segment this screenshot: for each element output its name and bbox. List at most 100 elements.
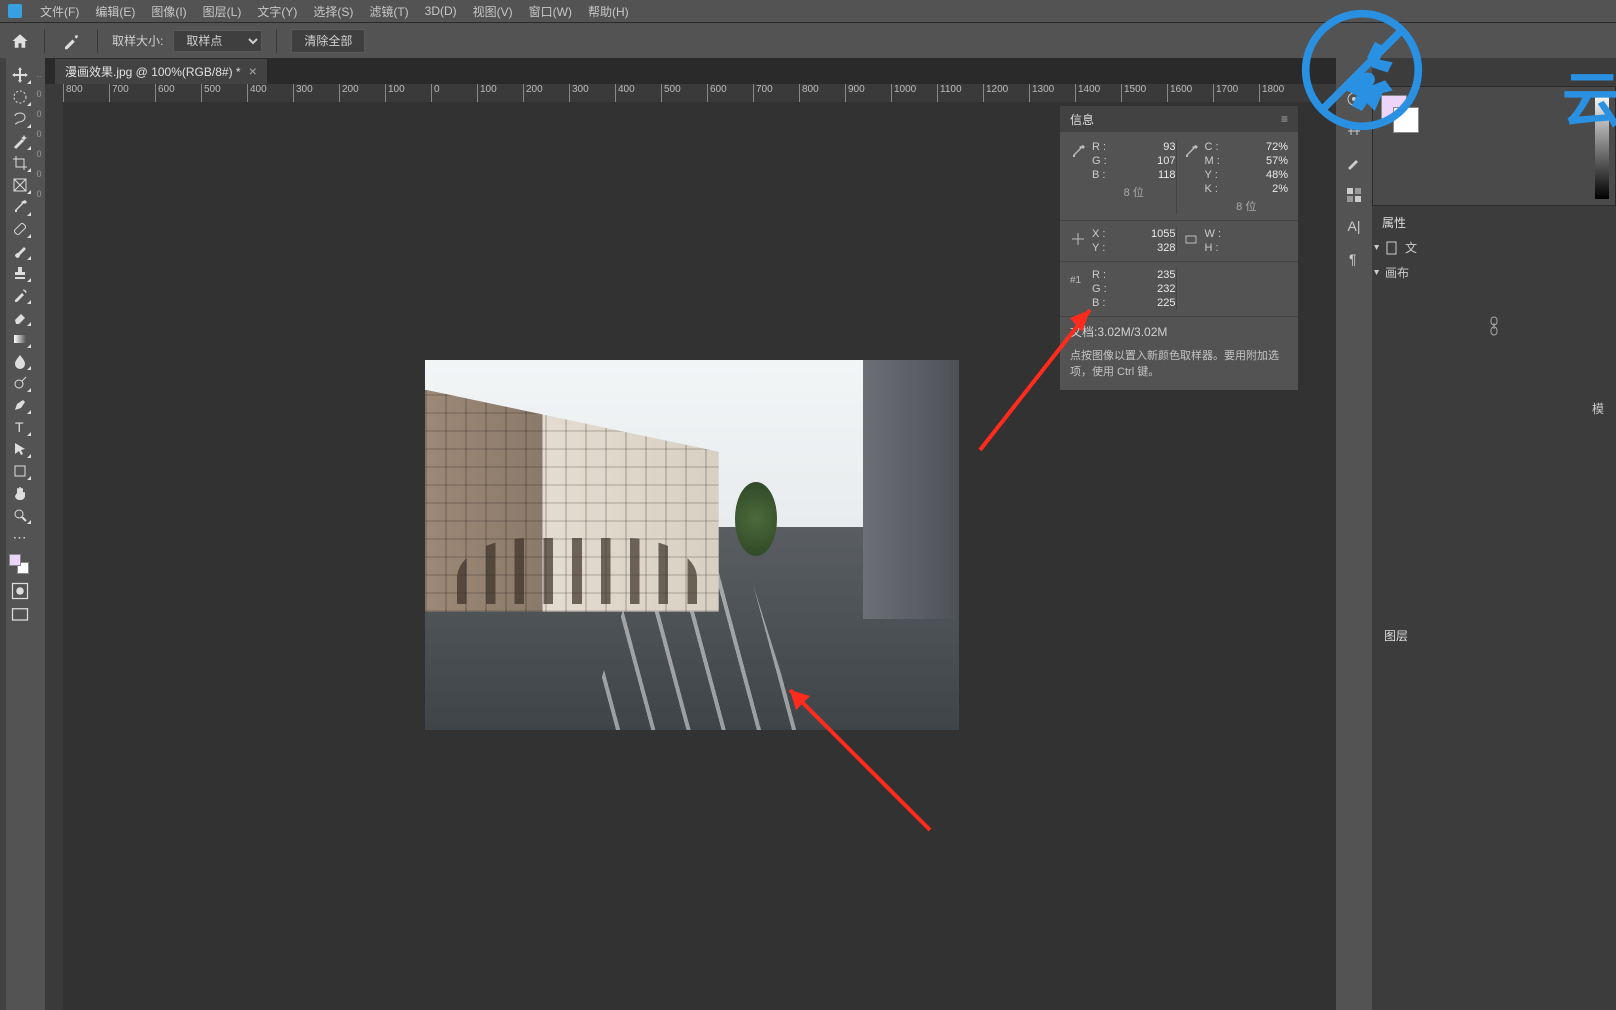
ruler-tick: 1000 (891, 84, 916, 102)
pen-tool[interactable] (8, 395, 32, 415)
ruler-tick: 800 (799, 84, 819, 102)
menu-help[interactable]: 帮助(H) (580, 3, 637, 20)
color-sampler-icon[interactable]: ▾ (59, 32, 83, 50)
document-title: 漫画效果.jpg @ 100%(RGB/8#) * (65, 63, 241, 80)
home-icon[interactable] (10, 32, 30, 50)
swatches-icon[interactable] (1345, 186, 1363, 204)
separator (276, 29, 277, 53)
move-tool[interactable] (8, 65, 32, 85)
lasso-tool[interactable] (8, 109, 32, 129)
foreground-color[interactable] (9, 554, 21, 566)
menu-window[interactable]: 窗口(W) (521, 3, 580, 20)
eyedropper-cmyk-icon (1183, 144, 1199, 160)
hand-tool[interactable] (8, 483, 32, 503)
ruler-tick: 1800 (1259, 84, 1284, 102)
ruler-vertical[interactable] (45, 102, 63, 1010)
ruler-tick: 400 (247, 84, 267, 102)
layers-panel-tab[interactable]: 图层 (1372, 617, 1616, 654)
ruler-tick: 100 (385, 84, 405, 102)
dodge-tool[interactable] (8, 373, 32, 393)
menu-filter[interactable]: 滤镜(T) (361, 3, 416, 20)
right-icon-strip: A| ¶ (1336, 58, 1372, 1010)
menu-type[interactable]: 文字(Y) (249, 3, 305, 20)
menu-select[interactable]: 选择(S) (305, 3, 361, 20)
screen-mode-icon[interactable] (10, 606, 30, 624)
gradient-tool[interactable] (8, 329, 32, 349)
layers-icon[interactable] (1345, 90, 1363, 108)
ruler-tick: 500 (201, 84, 221, 102)
info-tab[interactable]: 信息 (1070, 111, 1094, 128)
ruler-tick: 1600 (1167, 84, 1192, 102)
ruler-tick: 0 (431, 84, 440, 102)
menu-file[interactable]: 文件(F) (32, 3, 87, 20)
frame-tool[interactable] (8, 175, 32, 195)
ruler-tick: 1700 (1213, 84, 1238, 102)
info-panel: 信息 ≡ R :93 G :107 B :118 8 位 C :72% M :5… (1060, 106, 1298, 390)
value-slider[interactable] (1595, 93, 1609, 199)
color-swatches[interactable] (9, 554, 31, 576)
brush-settings-icon[interactable] (1345, 154, 1363, 172)
properties-doc-row[interactable]: 文 (1372, 235, 1616, 260)
close-tab-icon[interactable]: × (249, 66, 257, 76)
dimensions-icon (1183, 231, 1199, 247)
ruler-tick: 100 (477, 84, 497, 102)
link-icon[interactable] (1485, 315, 1503, 337)
healing-tool[interactable] (8, 219, 32, 239)
properties-canvas-row[interactable]: 画布 (1372, 260, 1616, 285)
marquee-tool[interactable] (8, 87, 32, 107)
ruler-tick: 200 (339, 84, 359, 102)
color-panel[interactable] (1372, 86, 1616, 206)
history-brush-tool[interactable] (8, 285, 32, 305)
info-hint: 点按图像以置入新颜色取样器。要用附加选项，使用 Ctrl 键。 (1070, 348, 1288, 380)
wand-tool[interactable] (8, 131, 32, 151)
clear-all-button[interactable]: 清除全部 (291, 29, 365, 53)
blur-tool[interactable] (8, 351, 32, 371)
document-tab-bar: 漫画效果.jpg @ 100%(RGB/8#) * × (45, 58, 1336, 84)
eraser-tool[interactable] (8, 307, 32, 327)
ruler-tick: 1200 (983, 84, 1008, 102)
quick-mask-icon[interactable] (10, 582, 30, 600)
menu-view[interactable]: 视图(V) (465, 3, 521, 20)
document-tab[interactable]: 漫画效果.jpg @ 100%(RGB/8#) * × (55, 59, 267, 84)
shape-tool[interactable] (8, 461, 32, 481)
bg-swatch[interactable] (1393, 107, 1419, 133)
main-area: T ⋯ ..0 00 000 漫画效果.jpg @ 100%(RGB/8#) *… (0, 58, 1616, 1010)
menu-image[interactable]: 图像(I) (143, 3, 194, 20)
panel-menu-icon[interactable]: ≡ (1281, 112, 1288, 126)
brush-tool[interactable] (8, 241, 32, 261)
ruler-tick: 700 (109, 84, 129, 102)
menu-edit[interactable]: 编辑(E) (87, 3, 143, 20)
ruler-horizontal[interactable]: 8007006005004003002001000100200300400500… (63, 84, 1336, 102)
path-select-tool[interactable] (8, 439, 32, 459)
eyedropper-rgb-icon (1070, 144, 1086, 160)
sample-size-select[interactable]: 取样点 (173, 30, 262, 52)
svg-text:T: T (15, 419, 24, 435)
menu-3d[interactable]: 3D(D) (417, 4, 465, 18)
ruler-origin[interactable] (45, 84, 63, 102)
paragraph-icon[interactable]: ¶ (1345, 250, 1363, 268)
options-bar: ▾ 取样大小: 取样点 清除全部 (0, 22, 1616, 58)
ruler-tick: 200 (523, 84, 543, 102)
ruler-tick: 1500 (1121, 84, 1146, 102)
ruler-tick: 500 (661, 84, 681, 102)
crop-tool[interactable] (8, 153, 32, 173)
menu-layer[interactable]: 图层(L) (195, 3, 250, 20)
right-panels: 属性 文 画布 模 图层 (1372, 58, 1616, 1010)
zoom-tool[interactable] (8, 505, 32, 525)
position-icon (1070, 231, 1086, 247)
mode-label: 模 (1592, 402, 1604, 416)
toolbox: T ⋯ (6, 58, 33, 1010)
separator (44, 29, 45, 53)
svg-text:▾: ▾ (75, 33, 79, 40)
tool-more[interactable]: ⋯ (8, 527, 32, 547)
properties-panel-tab[interactable]: 属性 (1372, 206, 1616, 235)
adjustments-icon[interactable] (1345, 122, 1363, 140)
type-tool[interactable]: T (8, 417, 32, 437)
character-icon[interactable]: A| (1345, 218, 1363, 236)
canvas-image[interactable] (425, 360, 959, 730)
eyedropper-tool[interactable] (8, 197, 32, 217)
ruler-tick: 600 (707, 84, 727, 102)
right-dock: A| ¶ 属性 文 画布 模 图层 (1336, 58, 1616, 1010)
stamp-tool[interactable] (8, 263, 32, 283)
separator (97, 29, 98, 53)
